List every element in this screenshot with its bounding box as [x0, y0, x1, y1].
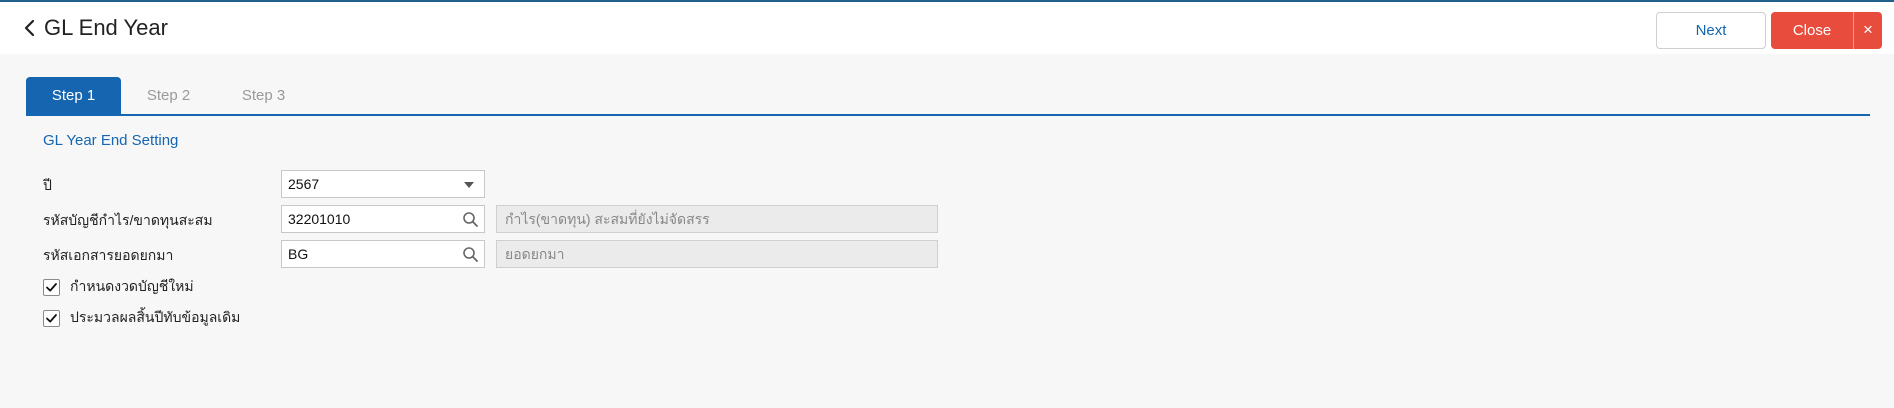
- pl-account-value: 32201010: [288, 211, 351, 227]
- new-period-label: กำหนดงวดบัญชีใหม่: [70, 278, 194, 294]
- page-title: GL End Year: [44, 15, 168, 40]
- search-icon[interactable]: [462, 246, 479, 263]
- tab-step-2[interactable]: Step 2: [121, 77, 216, 115]
- tab-underline: [26, 114, 1870, 116]
- doc-code-value: BG: [288, 246, 309, 262]
- close-button[interactable]: Close: [1771, 12, 1853, 49]
- section-title: GL Year End Setting: [43, 132, 179, 149]
- close-icon[interactable]: ×: [1853, 12, 1882, 49]
- reprocess-label: ประมวลผลสิ้นปีทับข้อมูลเดิม: [70, 309, 241, 325]
- doc-code-description: ยอดยกมา: [496, 240, 938, 268]
- next-button[interactable]: Next: [1656, 12, 1766, 49]
- doc-code-input[interactable]: BG: [281, 240, 485, 268]
- reprocess-row: ประมวลผลสิ้นปีทับข้อมูลเดิม: [43, 308, 240, 328]
- search-icon[interactable]: [462, 211, 479, 228]
- pl-account-description: กำไร(ขาดทุน) สะสมที่ยังไม่จัดสรร: [496, 205, 938, 233]
- pl-account-label: รหัสบัญชีกำไร/ขาดทุนสะสม: [43, 212, 213, 228]
- reprocess-checkbox[interactable]: [43, 309, 60, 327]
- year-label: ปี: [43, 177, 52, 193]
- year-value: 2567: [288, 176, 320, 192]
- year-select[interactable]: 2567: [281, 170, 485, 198]
- tab-step-3[interactable]: Step 3: [216, 77, 311, 115]
- page-header: GL End Year Next Close ×: [0, 2, 1894, 54]
- chevron-left-icon[interactable]: [22, 17, 38, 39]
- checkmark-icon: [46, 282, 57, 291]
- checkmark-icon: [46, 313, 57, 322]
- caret-down-icon[interactable]: [464, 182, 474, 188]
- step-tabs: Step 1 Step 2 Step 3: [26, 77, 311, 115]
- new-period-row: กำหนดงวดบัญชีใหม่: [43, 277, 194, 297]
- doc-code-label: รหัสเอกสารยอดยกมา: [43, 247, 174, 263]
- pl-account-input[interactable]: 32201010: [281, 205, 485, 233]
- close-button-group: Close ×: [1771, 12, 1882, 49]
- tab-step-1[interactable]: Step 1: [26, 77, 121, 115]
- new-period-checkbox[interactable]: [43, 278, 60, 296]
